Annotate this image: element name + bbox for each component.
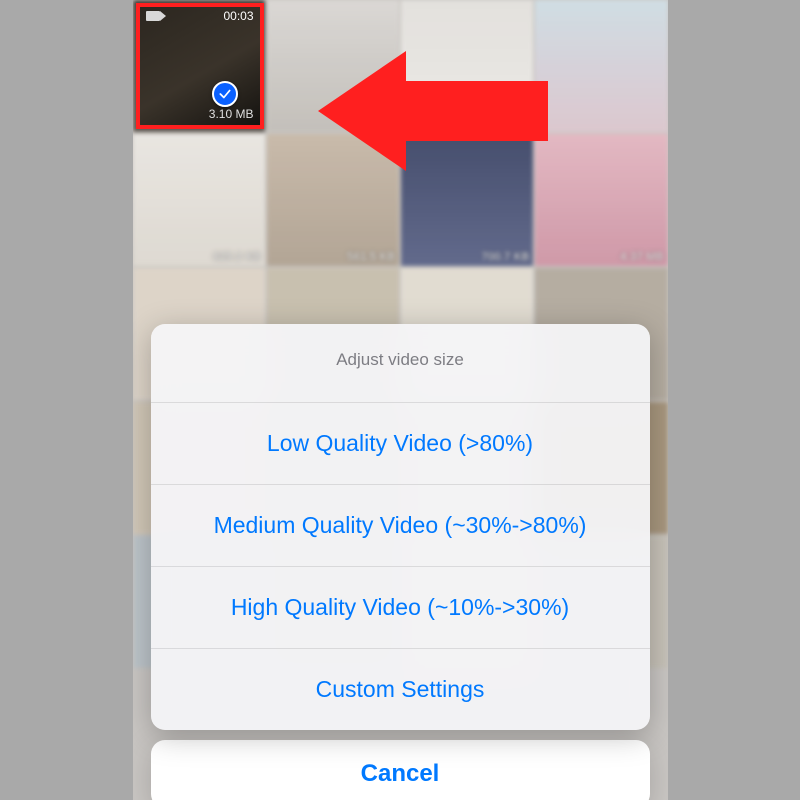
option-custom-settings[interactable]: Custom Settings [151, 649, 650, 730]
annotation-arrow-icon [318, 33, 548, 203]
option-low-quality[interactable]: Low Quality Video (>80%) [151, 403, 650, 485]
cancel-button[interactable]: Cancel [151, 740, 650, 800]
video-filesize: 3.10 MB [209, 107, 254, 121]
option-high-quality[interactable]: High Quality Video (~10%->30%) [151, 567, 650, 649]
option-medium-quality[interactable]: Medium Quality Video (~30%->80%) [151, 485, 650, 567]
action-sheet-panel: Adjust video size Low Quality Video (>80… [151, 324, 650, 730]
selected-video-thumb[interactable]: 00:03 3.10 MB [136, 3, 264, 129]
video-icon [146, 11, 160, 21]
sheet-title: Adjust video size [151, 324, 650, 403]
selected-check-icon [212, 81, 238, 107]
video-duration: 00:03 [223, 9, 253, 23]
action-sheet: Adjust video size Low Quality Video (>80… [151, 324, 650, 800]
screenshot-area: 625.2 KB 561.5 KB 700.7 KB 4.37 MB 00:03… [133, 0, 668, 800]
